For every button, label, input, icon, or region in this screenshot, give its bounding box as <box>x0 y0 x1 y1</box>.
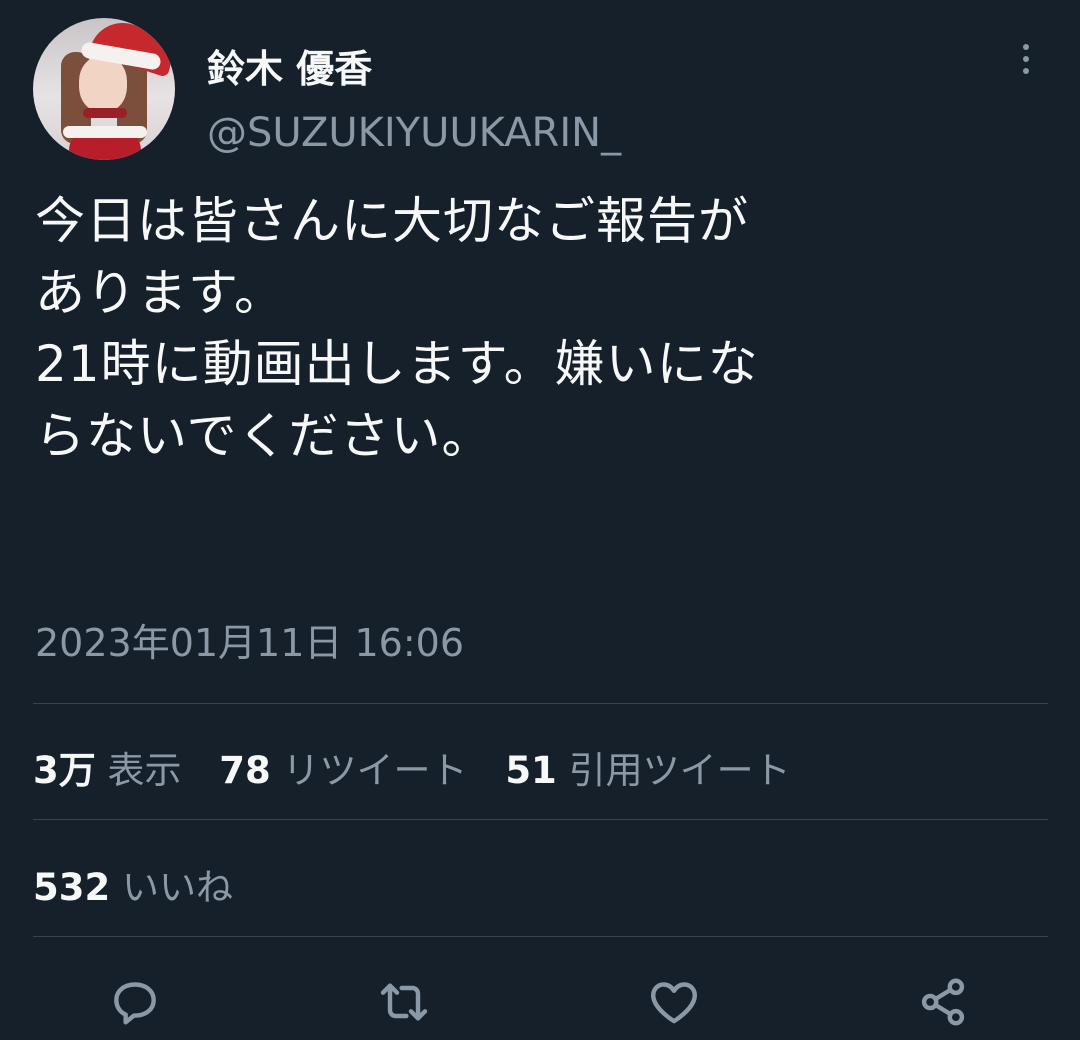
avatar-collar <box>83 108 127 118</box>
divider <box>33 936 1048 937</box>
avatar[interactable] <box>33 18 175 160</box>
quotes-count: 51 <box>505 749 557 792</box>
share-icon[interactable] <box>915 974 971 1030</box>
avatar-face <box>79 56 127 112</box>
likes-count: 532 <box>33 866 111 909</box>
retweets-stat[interactable]: 78 リツイート <box>219 749 479 792</box>
views-count: 3万 <box>33 749 96 792</box>
reply-icon[interactable] <box>107 974 163 1030</box>
views-stat: 3万 表示 <box>33 749 193 792</box>
user-handle[interactable]: @SUZUKIYUUKARIN_ <box>207 110 621 156</box>
divider <box>33 819 1048 820</box>
action-bar <box>0 962 1080 1038</box>
likes-label: いいね <box>122 866 233 909</box>
display-name[interactable]: 鈴木 優香 <box>207 38 372 93</box>
views-label: 表示 <box>107 749 182 792</box>
tweet-text: 今日は皆さんに大切なご報告が あります。 21時に動画出します。嫌いにな らない… <box>35 192 759 465</box>
retweets-count: 78 <box>219 749 271 792</box>
retweets-label: リツイート <box>282 749 468 792</box>
tweet-timestamp[interactable]: 2023年01月11日 16:06 <box>35 612 464 667</box>
divider <box>33 703 1048 704</box>
more-vertical-icon[interactable] <box>1016 44 1036 84</box>
quotes-label: 引用ツイート <box>568 749 791 792</box>
engagement-stats: 3万 表示 78 リツイート 51 引用ツイート <box>33 740 817 794</box>
likes-stat[interactable]: 532 いいね <box>33 857 233 911</box>
heart-icon[interactable] <box>646 974 702 1030</box>
avatar-fur <box>63 126 147 138</box>
tweet-header: 鈴木 優香 @SUZUKIYUUKARIN_ <box>33 18 1080 163</box>
quotes-stat[interactable]: 51 引用ツイート <box>505 749 790 792</box>
retweet-icon[interactable] <box>376 974 432 1030</box>
